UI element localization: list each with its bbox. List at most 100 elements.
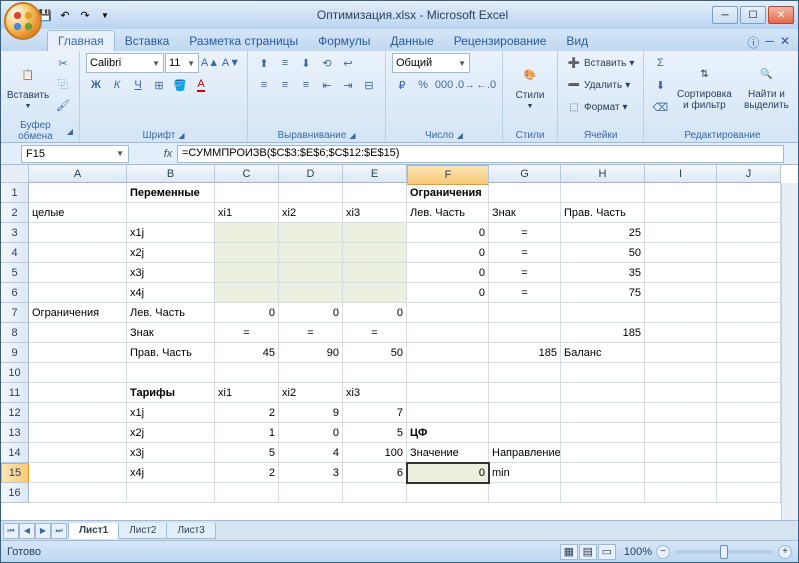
cell-G16[interactable]: [489, 483, 561, 503]
doc-close-icon[interactable]: ✕: [780, 34, 790, 51]
cell-A1[interactable]: [29, 183, 127, 203]
wrap-text-icon[interactable]: ↩: [338, 53, 358, 73]
cell-E9[interactable]: 50: [343, 343, 407, 363]
cell-A7[interactable]: Ограничения: [29, 303, 127, 323]
col-header-E[interactable]: E: [343, 165, 407, 183]
cell-B8[interactable]: Знак: [127, 323, 215, 343]
cell-D6[interactable]: [279, 283, 343, 303]
delete-cells-button[interactable]: ➖Удалить ▾: [564, 75, 637, 95]
cell-G3[interactable]: =: [489, 223, 561, 243]
cell-H16[interactable]: [561, 483, 645, 503]
cell-E2[interactable]: xi3: [343, 203, 407, 223]
border-icon[interactable]: ⊞: [149, 75, 169, 95]
tab-data[interactable]: Данные: [380, 31, 443, 51]
tab-page-layout[interactable]: Разметка страницы: [179, 31, 308, 51]
cell-F1[interactable]: Ограничения: [407, 183, 489, 203]
merge-icon[interactable]: ⊟: [359, 75, 379, 95]
cell-C2[interactable]: xi1: [215, 203, 279, 223]
cell-G8[interactable]: [489, 323, 561, 343]
col-header-H[interactable]: H: [561, 165, 645, 183]
cell-H3[interactable]: 25: [561, 223, 645, 243]
cell-F5[interactable]: 0: [407, 263, 489, 283]
cell-J9[interactable]: [717, 343, 781, 363]
sort-filter-button[interactable]: ⇅ Сортировка и фильтр: [674, 53, 734, 119]
qat-dropdown-icon[interactable]: ▼: [97, 7, 113, 23]
redo-icon[interactable]: ↷: [77, 7, 93, 23]
sheet-nav-prev-icon[interactable]: ◀: [19, 523, 35, 539]
cell-E14[interactable]: 100: [343, 443, 407, 463]
cell-I12[interactable]: [645, 403, 717, 423]
cell-G10[interactable]: [489, 363, 561, 383]
cell-H2[interactable]: Прав. Часть: [561, 203, 645, 223]
cell-J2[interactable]: [717, 203, 781, 223]
cell-G15[interactable]: min: [489, 463, 561, 483]
cell-G1[interactable]: [489, 183, 561, 203]
office-button[interactable]: [4, 2, 42, 40]
cell-F15[interactable]: 0: [407, 463, 489, 483]
fx-icon[interactable]: fx: [159, 148, 177, 160]
format-painter-icon[interactable]: 🖌: [53, 95, 73, 115]
row-header-4[interactable]: 4: [1, 243, 29, 263]
insert-cells-button[interactable]: ➕Вставить ▾: [564, 53, 637, 73]
cell-B7[interactable]: Лев. Часть: [127, 303, 215, 323]
align-center-icon[interactable]: ≡: [275, 75, 295, 95]
percent-icon[interactable]: %: [413, 75, 433, 95]
cell-E8[interactable]: =: [343, 323, 407, 343]
align-right-icon[interactable]: ≡: [296, 75, 316, 95]
cell-B16[interactable]: [127, 483, 215, 503]
grow-font-icon[interactable]: A▲: [200, 53, 220, 73]
cell-H6[interactable]: 75: [561, 283, 645, 303]
cell-E5[interactable]: [343, 263, 407, 283]
align-bottom-icon[interactable]: ⬇: [296, 53, 316, 73]
cell-J10[interactable]: [717, 363, 781, 383]
cell-H5[interactable]: 35: [561, 263, 645, 283]
shrink-font-icon[interactable]: A▼: [221, 53, 241, 73]
cell-F11[interactable]: [407, 383, 489, 403]
cell-C15[interactable]: 2: [215, 463, 279, 483]
row-header-16[interactable]: 16: [1, 483, 29, 503]
align-top-icon[interactable]: ⬆: [254, 53, 274, 73]
cell-H9[interactable]: Баланс: [561, 343, 645, 363]
cell-A8[interactable]: [29, 323, 127, 343]
cell-F4[interactable]: 0: [407, 243, 489, 263]
cell-C8[interactable]: =: [215, 323, 279, 343]
cell-C13[interactable]: 1: [215, 423, 279, 443]
cell-D16[interactable]: [279, 483, 343, 503]
cell-B9[interactable]: Прав. Часть: [127, 343, 215, 363]
cell-D5[interactable]: [279, 263, 343, 283]
underline-icon[interactable]: Ч: [128, 75, 148, 95]
cell-I1[interactable]: [645, 183, 717, 203]
cell-B1[interactable]: Переменные: [127, 183, 215, 203]
tab-home[interactable]: Главная: [47, 30, 115, 51]
increase-decimal-icon[interactable]: .0→: [455, 75, 475, 95]
cell-E3[interactable]: [343, 223, 407, 243]
cell-D11[interactable]: xi2: [279, 383, 343, 403]
close-button[interactable]: ✕: [768, 6, 794, 24]
cell-J6[interactable]: [717, 283, 781, 303]
minimize-button[interactable]: ─: [712, 6, 738, 24]
formula-input[interactable]: =СУММПРОИЗВ($C$3:$E$6;$C$12:$E$15): [177, 145, 784, 163]
cell-E11[interactable]: xi3: [343, 383, 407, 403]
sheet-nav-first-icon[interactable]: ⏮: [3, 523, 19, 539]
cell-A4[interactable]: [29, 243, 127, 263]
cell-J1[interactable]: [717, 183, 781, 203]
row-header-2[interactable]: 2: [1, 203, 29, 223]
ribbon-minimize-icon[interactable]: ─: [765, 34, 774, 51]
cell-A5[interactable]: [29, 263, 127, 283]
fill-color-icon[interactable]: 🪣: [170, 75, 190, 95]
cell-F8[interactable]: [407, 323, 489, 343]
zoom-level[interactable]: 100%: [624, 546, 652, 558]
zoom-slider[interactable]: [674, 550, 774, 554]
cell-I15[interactable]: [645, 463, 717, 483]
cell-F3[interactable]: 0: [407, 223, 489, 243]
decrease-indent-icon[interactable]: ⇤: [317, 75, 337, 95]
cell-D9[interactable]: 90: [279, 343, 343, 363]
cell-J3[interactable]: [717, 223, 781, 243]
row-header-10[interactable]: 10: [1, 363, 29, 383]
col-header-B[interactable]: B: [127, 165, 215, 183]
row-header-13[interactable]: 13: [1, 423, 29, 443]
cell-C6[interactable]: [215, 283, 279, 303]
cell-E15[interactable]: 6: [343, 463, 407, 483]
cell-B15[interactable]: x4j: [127, 463, 215, 483]
cell-G4[interactable]: =: [489, 243, 561, 263]
